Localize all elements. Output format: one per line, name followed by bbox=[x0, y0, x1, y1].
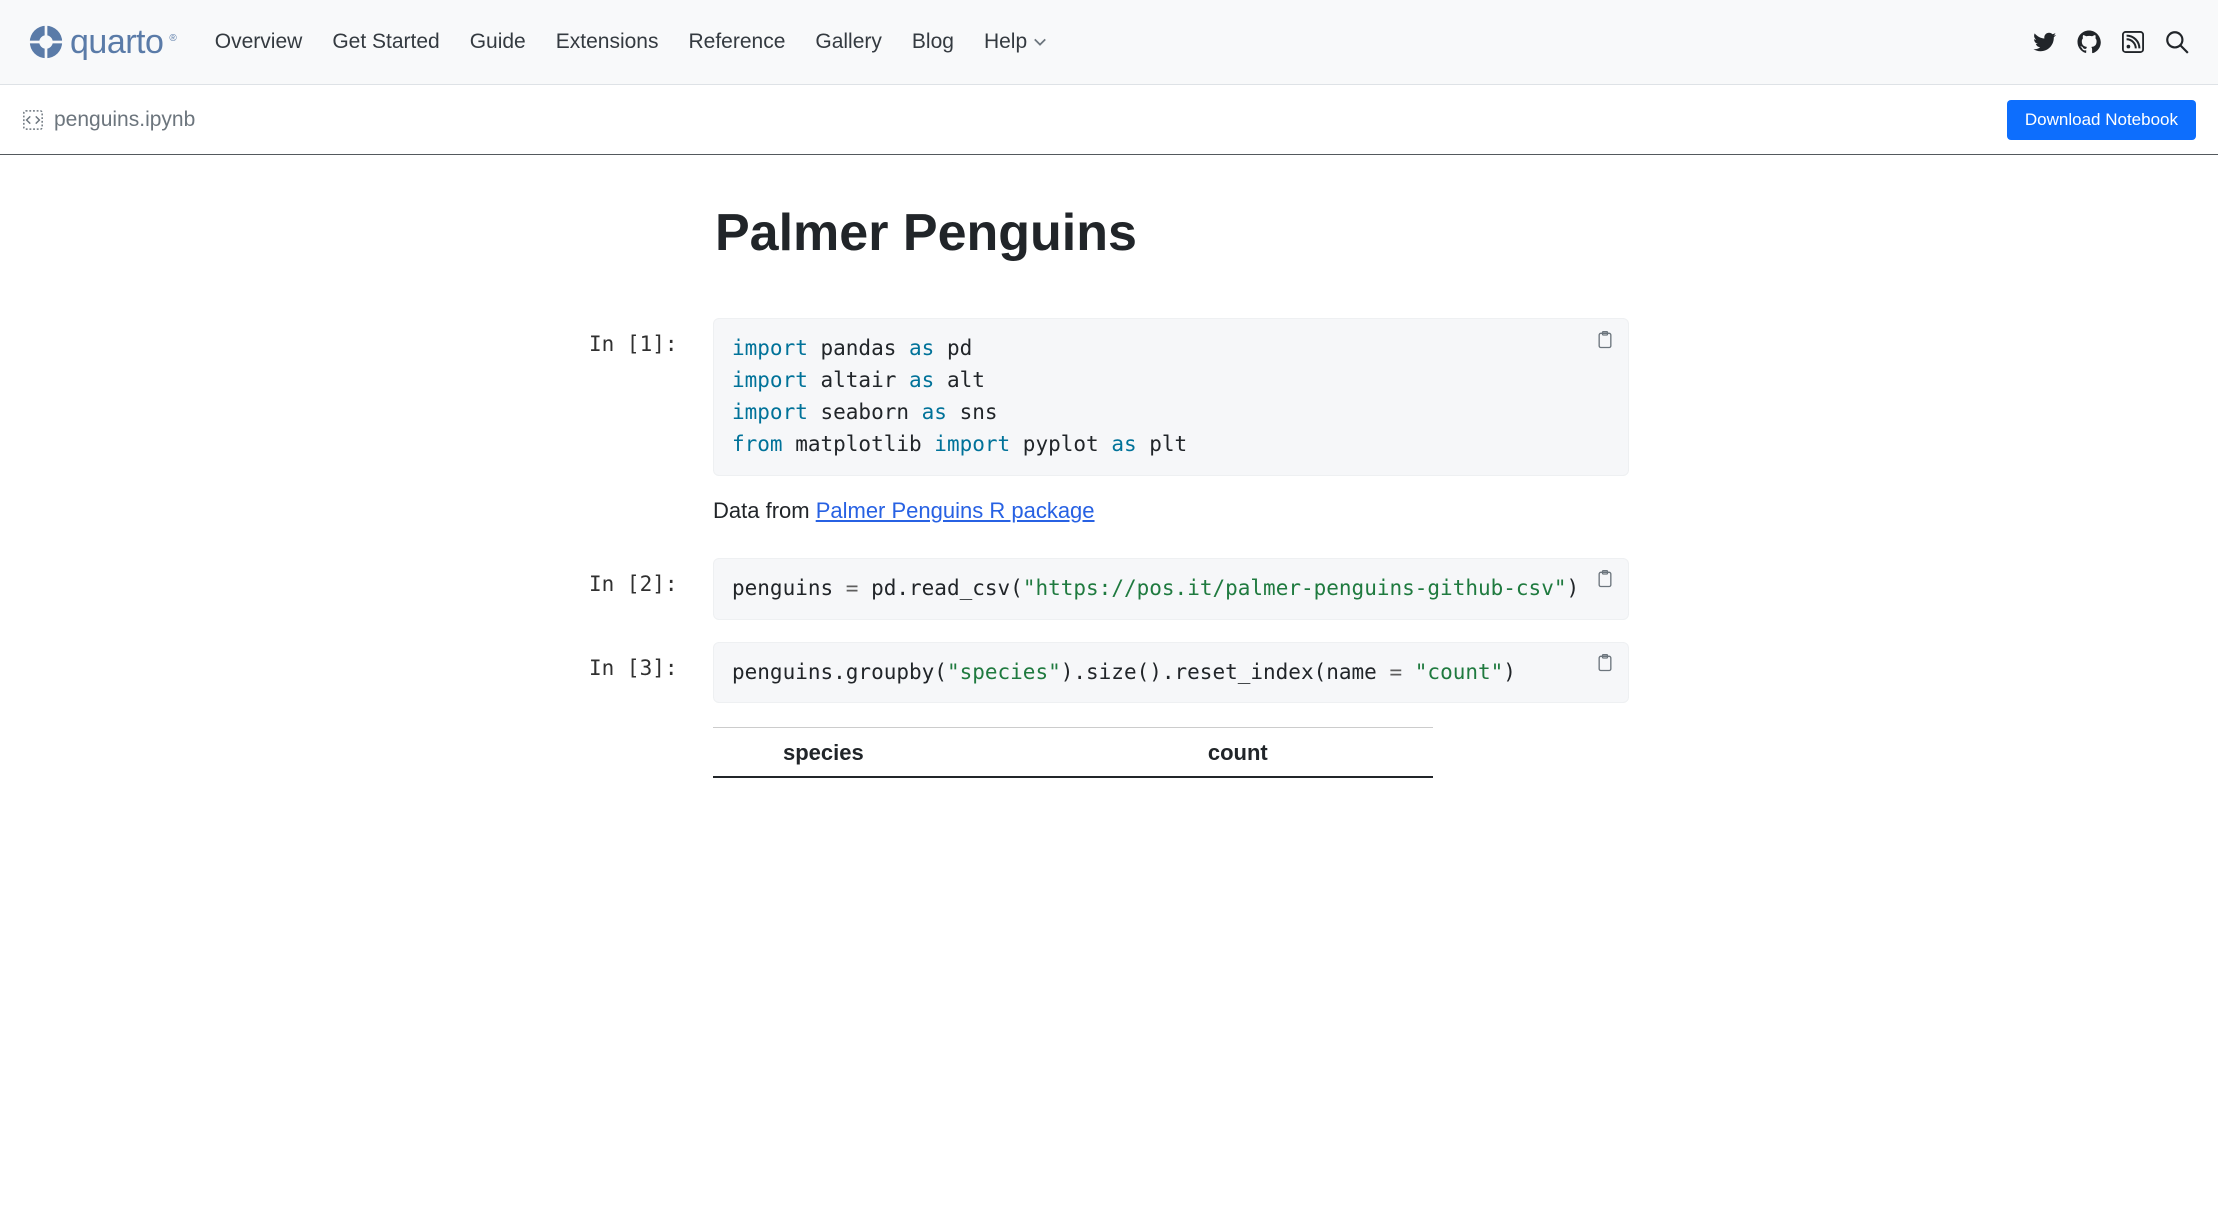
copy-code-button[interactable] bbox=[1593, 328, 1617, 354]
data-source-note: Data from Palmer Penguins R package bbox=[713, 498, 1629, 524]
nav-links: Overview Get Started Guide Extensions Re… bbox=[215, 30, 1047, 54]
prose-prefix: Data from bbox=[713, 498, 816, 523]
clipboard-icon bbox=[1595, 568, 1615, 590]
notebook-cell: In [2]: penguins = pd.read_csv("https://… bbox=[589, 558, 1629, 620]
nav-overview[interactable]: Overview bbox=[215, 30, 303, 54]
brand-name: quarto bbox=[70, 23, 163, 62]
search-button[interactable] bbox=[2164, 29, 2190, 55]
notebook-file-label: penguins.ipynb bbox=[22, 108, 195, 132]
subheader: penguins.ipynb Download Notebook bbox=[0, 85, 2218, 155]
search-icon bbox=[2164, 29, 2190, 55]
output-table-wrap: species count bbox=[713, 727, 1629, 778]
clipboard-icon bbox=[1595, 652, 1615, 674]
col-count: count bbox=[948, 728, 1433, 778]
page-title: Palmer Penguins bbox=[715, 203, 1629, 263]
nav-right bbox=[2032, 29, 2190, 55]
chevron-down-icon bbox=[1033, 35, 1047, 49]
nav-reference[interactable]: Reference bbox=[688, 30, 785, 54]
github-link[interactable] bbox=[2076, 29, 2102, 55]
download-notebook-button[interactable]: Download Notebook bbox=[2007, 100, 2196, 140]
nav-blog[interactable]: Blog bbox=[912, 30, 954, 54]
copy-code-button[interactable] bbox=[1593, 652, 1617, 678]
trademark-icon: ® bbox=[169, 33, 176, 44]
cell-prompt: In [3]: bbox=[589, 642, 713, 680]
code-block: penguins.groupby("species").size().reset… bbox=[713, 642, 1629, 704]
nav-extensions[interactable]: Extensions bbox=[556, 30, 659, 54]
twitter-icon bbox=[2033, 30, 2057, 54]
cell-prompt: In [1]: bbox=[589, 318, 713, 356]
main-content: Palmer Penguins In [1]: import pandas as… bbox=[559, 155, 1659, 808]
code-block: penguins = pd.read_csv("https://pos.it/p… bbox=[713, 558, 1629, 620]
nav-get-started[interactable]: Get Started bbox=[332, 30, 439, 54]
twitter-link[interactable] bbox=[2032, 29, 2058, 55]
cell-prompt: In [2]: bbox=[589, 558, 713, 596]
nav-gallery[interactable]: Gallery bbox=[815, 30, 882, 54]
nav-help-label: Help bbox=[984, 30, 1027, 54]
code-block: import pandas as pd import altair as alt… bbox=[713, 318, 1629, 476]
quarto-logo-icon bbox=[28, 24, 64, 60]
palmer-penguins-link[interactable]: Palmer Penguins R package bbox=[816, 498, 1095, 523]
notebook-cell: In [3]: penguins.groupby("species").size… bbox=[589, 642, 1629, 704]
github-icon bbox=[2077, 30, 2101, 54]
rss-icon bbox=[2122, 31, 2144, 53]
rss-link[interactable] bbox=[2120, 29, 2146, 55]
top-nav: quarto ® Overview Get Started Guide Exte… bbox=[0, 0, 2218, 85]
code-file-icon bbox=[22, 109, 44, 131]
col-species: species bbox=[713, 728, 948, 778]
notebook-cell: In [1]: import pandas as pd import altai… bbox=[589, 318, 1629, 476]
table-header-row: species count bbox=[713, 728, 1433, 778]
notebook-filename: penguins.ipynb bbox=[54, 108, 195, 132]
copy-code-button[interactable] bbox=[1593, 568, 1617, 594]
output-table: species count bbox=[713, 727, 1433, 778]
nav-help[interactable]: Help bbox=[984, 30, 1047, 54]
nav-guide[interactable]: Guide bbox=[470, 30, 526, 54]
clipboard-icon bbox=[1595, 329, 1615, 351]
brand-logo[interactable]: quarto ® bbox=[28, 23, 177, 62]
